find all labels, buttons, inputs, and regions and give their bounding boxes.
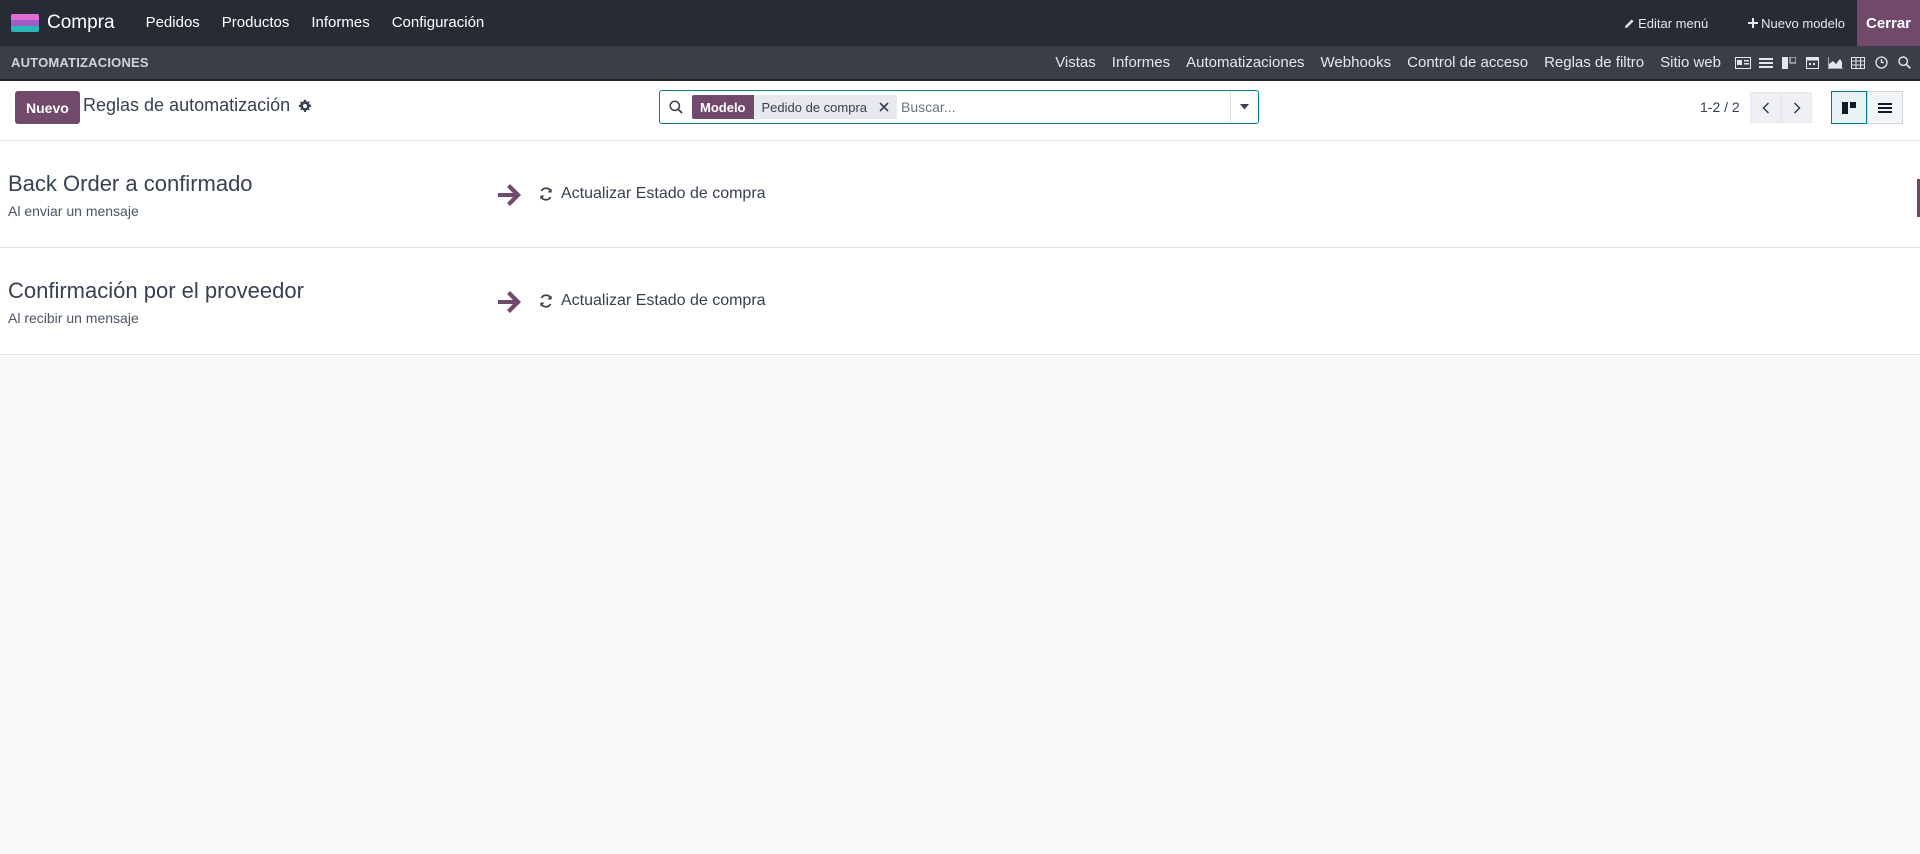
view-type-icons (1735, 56, 1912, 70)
studio-menu-informes[interactable]: Informes (1104, 54, 1178, 71)
chevron-right-icon (1793, 101, 1801, 114)
refresh-icon (540, 187, 552, 201)
pager-buttons (1750, 92, 1812, 123)
studio-menu: Vistas Informes Automatizaciones Webhook… (1047, 54, 1920, 71)
rule-title: Back Order a confirmado (8, 171, 253, 196)
pager-previous-button[interactable] (1750, 92, 1781, 123)
rule-trigger: Al enviar un mensaje (8, 203, 139, 219)
calendar-view-icon[interactable] (1804, 56, 1820, 70)
search-input[interactable] (901, 93, 1230, 121)
arrow-right-icon (498, 184, 521, 206)
facet-value-container: Pedido de compra (753, 95, 898, 119)
studio-menu-vistas[interactable]: Vistas (1047, 54, 1104, 71)
list-item[interactable]: Back Order a confirmado Al enviar un men… (0, 141, 1920, 248)
studio-menu-automatizaciones[interactable]: Automatizaciones (1178, 54, 1312, 71)
edit-menu-label: Editar menú (1638, 15, 1709, 31)
facet-label: Modelo (692, 95, 754, 119)
caret-down-icon (1240, 104, 1249, 110)
studio-menu-reglas-filtro[interactable]: Reglas de filtro (1536, 54, 1652, 71)
edit-menu-button[interactable]: Editar menú (1612, 16, 1720, 31)
menu-item-configuracion[interactable]: Configuración (381, 0, 496, 46)
studio-menu-sitio-web[interactable]: Sitio web (1652, 54, 1729, 71)
rule-action[interactable]: Actualizar Estado de compra (539, 292, 766, 310)
chevron-left-icon (1761, 101, 1769, 114)
studio-menu-control-acceso[interactable]: Control de acceso (1399, 54, 1536, 71)
rule-action[interactable]: Actualizar Estado de compra (539, 185, 766, 203)
main-menu: Pedidos Productos Informes Configuración (135, 0, 496, 46)
gear-icon[interactable] (298, 99, 312, 113)
rule-action-label: Actualizar Estado de compra (561, 185, 766, 202)
studio-actions: Editar menú Nuevo modelo Cerrar (1612, 0, 1920, 46)
new-button[interactable]: Nuevo (15, 91, 80, 124)
view-switcher (1831, 91, 1903, 124)
list-view-button[interactable] (1867, 91, 1903, 124)
top-navbar: Compra Pedidos Productos Informes Config… (0, 0, 1920, 46)
facet-value: Pedido de compra (761, 99, 868, 115)
plus-icon (1748, 18, 1759, 28)
close-icon[interactable] (877, 102, 891, 112)
studio-menu-webhooks[interactable]: Webhooks (1313, 54, 1400, 71)
rule-action-label: Actualizar Estado de compra (561, 292, 766, 309)
automation-rules-list: Back Order a confirmado Al enviar un men… (0, 141, 1920, 355)
studio-section-title: AUTOMATIZACIONES (11, 55, 149, 70)
form-view-icon[interactable] (1735, 56, 1751, 70)
menu-item-productos[interactable]: Productos (211, 0, 301, 46)
search-options-toggle[interactable] (1230, 91, 1258, 123)
new-model-button[interactable]: Nuevo modelo (1736, 16, 1857, 31)
app-name[interactable]: Compra (47, 12, 115, 34)
menu-item-pedidos[interactable]: Pedidos (135, 0, 211, 46)
search-icon (660, 100, 692, 114)
refresh-icon (540, 294, 552, 308)
app-logo-icon[interactable] (11, 14, 39, 32)
graph-view-icon[interactable] (1827, 56, 1843, 70)
list-icon (1878, 102, 1892, 113)
studio-subbar: AUTOMATIZACIONES Vistas Informes Automat… (0, 46, 1920, 81)
rule-trigger: Al recibir un mensaje (8, 310, 139, 326)
kanban-view-button[interactable] (1831, 91, 1867, 124)
breadcrumb: Reglas de automatización (83, 95, 312, 116)
page-title: Reglas de automatización (83, 95, 291, 115)
list-view-icon[interactable] (1758, 56, 1774, 70)
search-view-icon[interactable] (1896, 56, 1912, 70)
control-panel: Nuevo Reglas de automatización Modelo Pe… (0, 81, 1920, 141)
new-model-label: Nuevo modelo (1761, 15, 1845, 31)
kanban-view-icon[interactable] (1781, 56, 1797, 70)
activity-view-icon[interactable] (1873, 56, 1889, 70)
menu-item-informes[interactable]: Informes (300, 0, 380, 46)
pivot-view-icon[interactable] (1850, 56, 1866, 70)
pencil-icon (1624, 18, 1634, 28)
search-facet: Modelo Pedido de compra (692, 95, 898, 119)
rule-title: Confirmación por el proveedor (8, 278, 304, 303)
search-bar: Modelo Pedido de compra (659, 90, 1259, 124)
pager-value[interactable]: 1-2 / 2 (1700, 99, 1740, 115)
list-item[interactable]: Confirmación por el proveedor Al recibir… (0, 248, 1920, 355)
arrow-right-icon (498, 291, 521, 313)
close-studio-button[interactable]: Cerrar (1857, 0, 1920, 46)
pager-next-button[interactable] (1781, 92, 1812, 123)
kanban-icon (1842, 101, 1856, 114)
